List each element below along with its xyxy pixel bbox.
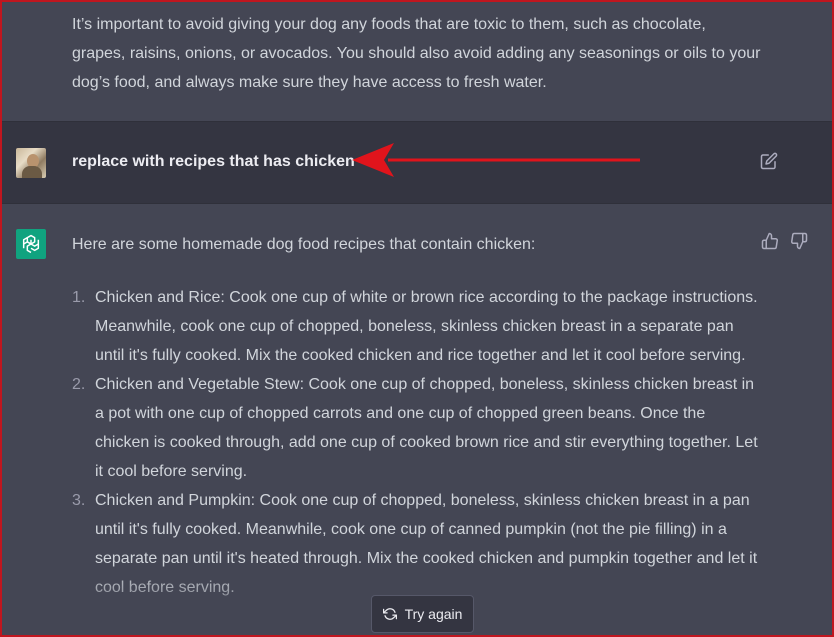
- list-item-text: Chicken and Pumpkin: Cook one cup of cho…: [95, 492, 758, 596]
- list-item-number: 3.: [72, 492, 86, 509]
- user-avatar: [16, 148, 46, 178]
- list-item: 2. Chicken and Vegetable Stew: Cook one …: [72, 370, 762, 486]
- assistant-intro-text: Here are some homemade dog food recipes …: [72, 236, 536, 253]
- previous-assistant-message: It’s important to avoid giving your dog …: [0, 0, 834, 121]
- try-again-label: Try again: [404, 606, 463, 622]
- list-item: 1. Chicken and Rice: Cook one cup of whi…: [72, 283, 762, 370]
- list-item: 3. Chicken and Pumpkin: Cook one cup of …: [72, 486, 762, 602]
- previous-response-text: It’s important to avoid giving your dog …: [72, 16, 761, 91]
- annotation-arrow: [352, 143, 640, 177]
- list-item-number: 1.: [72, 289, 86, 306]
- assistant-message: Here are some homemade dog food recipes …: [0, 204, 834, 637]
- refresh-icon: [382, 608, 397, 620]
- edit-icon[interactable]: [760, 152, 778, 170]
- chatgpt-logo-icon: [16, 229, 46, 259]
- thumbs-down-icon[interactable]: [790, 232, 808, 250]
- recipe-list: 1. Chicken and Rice: Cook one cup of whi…: [72, 283, 762, 602]
- user-message-text: replace with recipes that has chicken: [72, 153, 355, 170]
- list-item-number: 2.: [72, 376, 86, 393]
- thumbs-up-icon[interactable]: [761, 232, 779, 250]
- list-item-text: Chicken and Vegetable Stew: Cook one cup…: [95, 376, 758, 480]
- list-item-text: Chicken and Rice: Cook one cup of white …: [95, 289, 758, 364]
- try-again-button[interactable]: Try again: [371, 595, 474, 633]
